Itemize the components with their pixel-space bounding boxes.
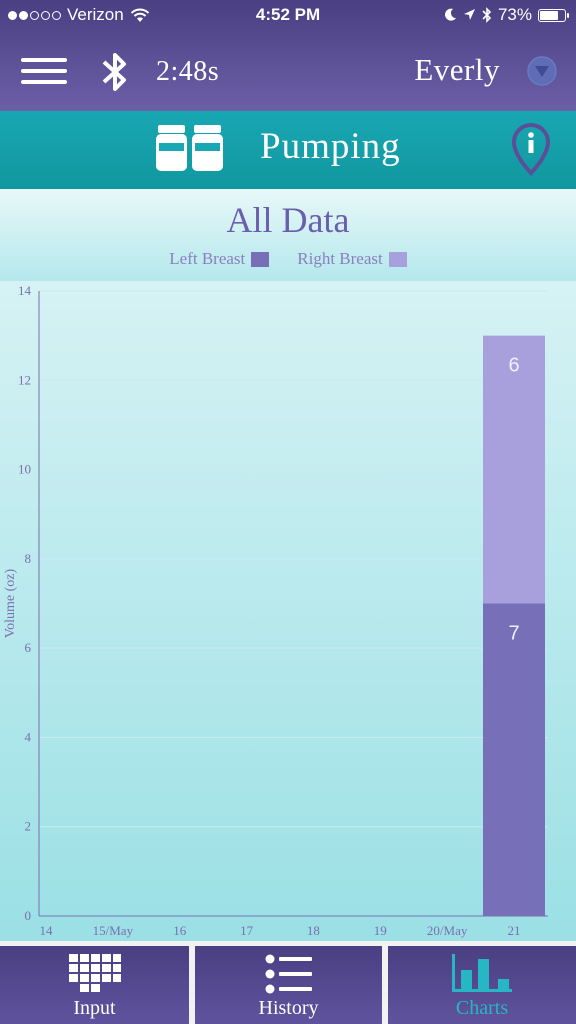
y-tick-label: 14 — [18, 283, 32, 298]
list-icon — [265, 954, 312, 994]
location-arrow-icon — [463, 9, 475, 20]
mode-bar: Pumping — [0, 111, 576, 189]
tab-label: History — [258, 997, 319, 1019]
chart-header: All Data Left Breast Right Breast — [0, 189, 576, 281]
y-tick-label: 4 — [25, 729, 32, 744]
bluetooth-small-icon — [482, 7, 492, 23]
bar-value-label: 6 — [508, 355, 519, 377]
x-tick-label: 21 — [508, 923, 521, 938]
y-tick-label: 6 — [25, 640, 32, 655]
bar-segment-left-breast — [483, 603, 545, 916]
y-tick-label: 12 — [18, 372, 31, 387]
y-tick-label: 8 — [25, 551, 32, 566]
legend-label: Right Breast — [297, 249, 383, 268]
battery-percent: 73% — [497, 5, 532, 24]
bluetooth-icon[interactable] — [100, 50, 130, 94]
tab-history[interactable]: History — [195, 946, 382, 1024]
y-tick-label: 10 — [18, 462, 31, 477]
volume-chart: 0 2 4 6 8 10 12 14 Volume (oz) 14 15/May 16 17 18 19 20… — [0, 281, 576, 941]
x-tick-label: 15/May — [93, 923, 134, 938]
user-name[interactable]: Everly — [414, 52, 500, 88]
menu-icon[interactable] — [21, 58, 67, 84]
status-bar: Verizon 4:52 PM 73% — [0, 0, 576, 30]
x-tick-label: 16 — [173, 923, 187, 938]
nav-bar: 2:48s Everly — [0, 30, 576, 111]
x-tick-label: 19 — [374, 923, 387, 938]
tab-bar: Input History Charts — [0, 941, 576, 1024]
moon-icon — [444, 8, 456, 21]
status-right: 73% — [444, 5, 569, 25]
x-tick-label: 14 — [40, 923, 54, 938]
tab-charts[interactable]: Charts — [388, 946, 576, 1024]
y-axis-label: Volume (oz) — [3, 568, 18, 638]
x-tick-label: 17 — [240, 923, 254, 938]
tab-input[interactable]: Input — [0, 946, 189, 1024]
tab-label: Input — [73, 997, 116, 1019]
tab-label: Charts — [455, 997, 509, 1019]
bar-value-label: 7 — [508, 623, 519, 645]
session-timer: 2:48s — [156, 56, 220, 87]
y-tick-label: 2 — [25, 819, 32, 834]
chevron-down-icon[interactable] — [527, 56, 557, 86]
x-tick-label: 20/May — [427, 923, 468, 938]
top-bar: Verizon 4:52 PM 73% 2:48s Everly — [0, 0, 576, 111]
bar-chart-icon — [452, 954, 512, 992]
keypad-grid-icon — [68, 954, 121, 992]
battery-icon — [538, 8, 569, 22]
legend-item-left-breast: Left Breast — [169, 249, 270, 269]
legend-label: Left Breast — [169, 249, 246, 268]
chart-title: All Data — [226, 200, 350, 240]
chart-svg: 0 2 4 6 8 10 12 14 Volume (oz) 14 15/May 16 17 18 19 20… — [3, 283, 548, 938]
x-tick-label: 18 — [307, 923, 320, 938]
legend-swatch — [388, 251, 407, 267]
y-tick-label: 0 — [25, 908, 32, 923]
legend-item-right-breast: Right Breast — [297, 249, 407, 269]
chart-legend: Left Breast Right Breast — [0, 249, 576, 269]
info-icon[interactable] — [511, 123, 551, 177]
mode-title: Pumping — [260, 126, 401, 167]
legend-swatch — [251, 251, 270, 267]
milk-bottles-icon — [156, 125, 223, 171]
